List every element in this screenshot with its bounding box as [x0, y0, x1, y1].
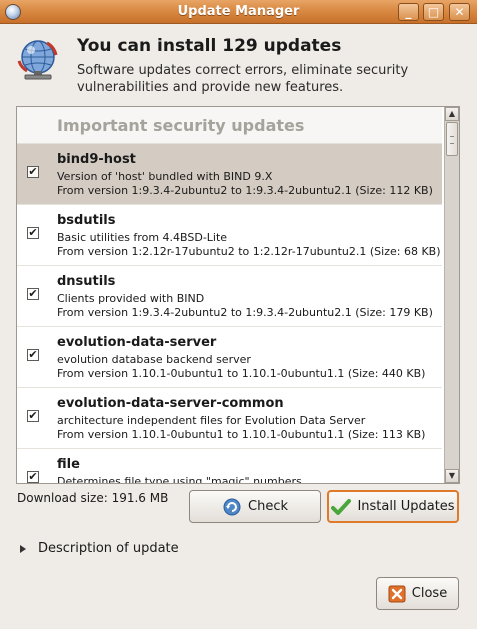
window-titlebar[interactable]: Update Manager _ □ ✕: [0, 0, 477, 24]
package-version: From version 1:9.3.4-2ubuntu2 to 1:9.3.4…: [57, 184, 433, 197]
window-close-button[interactable]: ✕: [449, 3, 470, 21]
updates-count-title: You can install 129 updates: [77, 36, 342, 56]
update-checkbox[interactable]: ✔: [27, 349, 39, 361]
check-button[interactable]: Check: [189, 490, 321, 523]
description-expander[interactable]: Description of update: [20, 541, 179, 556]
update-row[interactable]: ✔ bsdutils Basic utilities from 4.4BSD-L…: [17, 205, 442, 266]
update-checkbox[interactable]: ✔: [27, 288, 39, 300]
close-button-label: Close: [411, 586, 448, 601]
close-button[interactable]: Close: [376, 577, 459, 610]
package-name: bind9-host: [57, 152, 136, 167]
package-description: architecture independent files for Evolu…: [57, 414, 366, 427]
scroll-up-arrow-icon[interactable]: ▲: [445, 107, 459, 121]
update-checkbox[interactable]: ✔: [27, 166, 39, 178]
update-checkbox[interactable]: ✔: [27, 471, 39, 483]
package-version: From version 1:2.12r-17ubuntu2 to 1:2.12…: [57, 245, 441, 258]
description-expander-label: Description of update: [38, 541, 179, 556]
updates-list[interactable]: Important security updates ✔ bind9-host …: [16, 106, 460, 484]
close-x-icon: [388, 585, 406, 602]
package-name: bsdutils: [57, 213, 116, 228]
list-scrollbar[interactable]: ▲ ▼: [444, 107, 459, 483]
package-version: From version 1.10.1-0ubuntu1 to 1.10.1-0…: [57, 367, 426, 380]
package-version: From version 1:9.3.4-2ubuntu2 to 1:9.3.4…: [57, 306, 433, 319]
updates-list-viewport: Important security updates ✔ bind9-host …: [17, 107, 442, 483]
update-row[interactable]: ✔ evolution-data-server-common architect…: [17, 388, 442, 449]
update-checkbox[interactable]: ✔: [27, 227, 39, 239]
updates-description: Software updates correct errors, elimina…: [77, 63, 409, 95]
package-description: Determines file type using "magic" numbe…: [57, 475, 302, 483]
package-description: Clients provided with BIND: [57, 292, 205, 305]
minimize-button[interactable]: _: [398, 3, 419, 21]
package-name: dnsutils: [57, 274, 116, 289]
update-checkbox[interactable]: ✔: [27, 410, 39, 422]
package-name: file: [57, 457, 80, 472]
update-row[interactable]: ✔ evolution-data-server evolution databa…: [17, 327, 442, 388]
section-header-security: Important security updates: [17, 107, 442, 144]
install-updates-label: Install Updates: [357, 499, 455, 514]
checkmark-icon: [331, 498, 352, 515]
check-button-label: Check: [248, 499, 288, 514]
update-row[interactable]: ✔ bind9-host Version of 'host' bundled w…: [17, 144, 442, 205]
scrollbar-thumb[interactable]: [446, 122, 458, 156]
package-description: Version of 'host' bundled with BIND 9.X: [57, 170, 273, 183]
package-description: Basic utilities from 4.4BSD-Lite: [57, 231, 228, 244]
package-version: From version 1.10.1-0ubuntu1 to 1.10.1-0…: [57, 428, 426, 441]
maximize-button[interactable]: □: [423, 3, 444, 21]
refresh-icon: [223, 498, 241, 515]
globe-update-icon: [17, 40, 58, 80]
install-updates-button[interactable]: Install Updates: [327, 490, 459, 523]
update-row[interactable]: ✔ dnsutils Clients provided with BIND Fr…: [17, 266, 442, 327]
package-name: evolution-data-server-common: [57, 396, 284, 411]
update-row[interactable]: ✔ file Determines file type using "magic…: [17, 449, 442, 483]
expander-arrow-icon: [20, 544, 26, 553]
package-description: evolution database backend server: [57, 353, 251, 366]
download-size-label: Download size: 191.6 MB: [17, 491, 169, 505]
package-name: evolution-data-server: [57, 335, 217, 350]
scroll-down-arrow-icon[interactable]: ▼: [445, 469, 459, 483]
